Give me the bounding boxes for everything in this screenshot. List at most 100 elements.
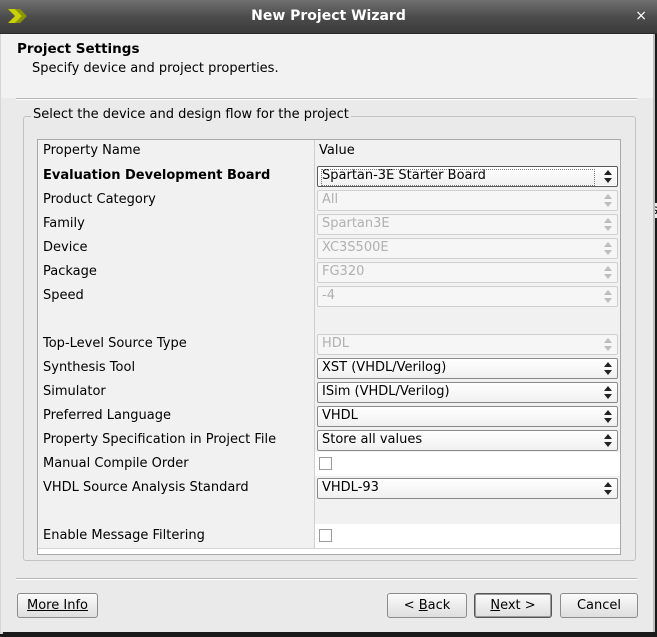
package-select: FG320 [317, 262, 618, 283]
property-name-cell: Enable Message Filtering [38, 524, 315, 548]
updown-arrows-icon [604, 290, 612, 303]
property-name-product-category: Product Category [43, 192, 156, 207]
property-name-cell: VHDL Source Analysis Standard [38, 476, 315, 500]
property-name-vhdl-source-analysis-standard: VHDL Source Analysis Standard [43, 480, 249, 495]
back-button[interactable]: < Back [387, 593, 467, 618]
table-row[interactable]: Top-Level Source Type HDL [38, 332, 620, 357]
updown-arrows-icon [604, 170, 612, 183]
property-name-cell: Property Specification in Project File [38, 428, 315, 452]
select-value: Store all values [322, 432, 423, 447]
property-name-cell: Speed [38, 284, 315, 308]
window-titlebar[interactable]: New Project Wizard × [0, 0, 657, 34]
next-label-suffix: ext > [500, 598, 536, 613]
table-row[interactable]: Family Spartan3E [38, 212, 620, 237]
property-value-cell: All [315, 188, 620, 212]
property-name-property-specification-in-project-file: Property Specification in Project File [43, 432, 277, 447]
group-legend: Select the device and design flow for th… [31, 107, 351, 122]
manual-compile-order-checkbox[interactable] [319, 457, 332, 470]
property-name-cell [38, 308, 315, 332]
select-value: XST (VHDL/Verilog) [322, 360, 447, 375]
property-value-cell [315, 500, 620, 524]
table-header: Property Name Value [38, 140, 620, 165]
updown-arrows-icon [604, 386, 612, 399]
more-info-label: More Info [27, 598, 88, 613]
top-level-source-type-select: HDL [317, 334, 618, 355]
property-value-cell: Store all values [315, 428, 620, 452]
table-row[interactable]: Manual Compile Order [38, 452, 620, 477]
simulator-select[interactable]: ISim (VHDL/Verilog) [317, 382, 618, 403]
table-row[interactable]: Property Specification in Project File St… [38, 428, 620, 453]
table-row[interactable]: Device XC3S500E [38, 236, 620, 261]
family-select: Spartan3E [317, 214, 618, 235]
synthesis-tool-select[interactable]: XST (VHDL/Verilog) [317, 358, 618, 379]
property-name-synthesis-tool: Synthesis Tool [43, 360, 136, 375]
wizard-dialog: Project Settings Specify device and proj… [1, 34, 655, 632]
cancel-label: Cancel [576, 598, 622, 613]
updown-arrows-icon [604, 194, 612, 207]
table-row[interactable]: Speed -4 [38, 284, 620, 309]
property-table: Property Name Value Evaluation Developme… [37, 139, 621, 555]
property-name-cell: Synthesis Tool [38, 356, 315, 380]
property-name-device: Device [43, 240, 88, 255]
updown-arrows-icon [604, 482, 612, 495]
close-icon[interactable]: × [635, 8, 647, 24]
table-row[interactable]: Package FG320 [38, 260, 620, 285]
property-value-cell: FG320 [315, 260, 620, 284]
property-value-cell: Spartan3E [315, 212, 620, 236]
table-row[interactable]: Evaluation Development Board Spartan-3E S… [38, 164, 620, 189]
property-value-cell: -4 [315, 284, 620, 308]
select-value: Spartan3E [322, 216, 390, 231]
updown-arrows-icon [604, 218, 612, 231]
device-select: XC3S500E [317, 238, 618, 259]
focus-ring [321, 169, 595, 186]
property-name-top-level-source-type: Top-Level Source Type [43, 336, 187, 351]
property-value-cell: XC3S500E [315, 236, 620, 260]
column-header-value: Value [315, 140, 620, 164]
property-value-cell [315, 308, 620, 332]
updown-arrows-icon [604, 266, 612, 279]
cancel-button[interactable]: Cancel [560, 593, 638, 618]
updown-arrows-icon [604, 410, 612, 423]
table-row[interactable]: Synthesis Tool XST (VHDL/Verilog) [38, 356, 620, 381]
select-value: ISim (VHDL/Verilog) [322, 384, 450, 399]
back-label-mnemonic: B [418, 598, 428, 613]
property-value-cell [315, 524, 620, 548]
back-label-suffix: ack [427, 598, 451, 613]
header-divider [16, 98, 637, 100]
select-value: VHDL [322, 408, 358, 423]
table-row[interactable]: Preferred Language VHDL [38, 404, 620, 429]
select-value: VHDL-93 [322, 480, 379, 495]
wizard-header: Project Settings Specify device and proj… [1, 34, 653, 98]
updown-arrows-icon [604, 362, 612, 375]
property-name-cell: Manual Compile Order [38, 452, 315, 476]
vhdl-source-analysis-standard-select[interactable]: VHDL-93 [317, 478, 618, 499]
select-value: XC3S500E [322, 240, 389, 255]
table-row[interactable]: VHDL Source Analysis Standard VHDL-93 [38, 476, 620, 501]
property-value-cell: VHDL [315, 404, 620, 428]
select-value: FG320 [322, 264, 365, 279]
table-row[interactable]: Product Category All [38, 188, 620, 213]
property-value-cell: ISim (VHDL/Verilog) [315, 380, 620, 404]
window-title: New Project Wizard [251, 8, 406, 24]
property-name-cell: Product Category [38, 188, 315, 212]
property-value-cell: XST (VHDL/Verilog) [315, 356, 620, 380]
property-name-enable-message-filtering: Enable Message Filtering [43, 528, 205, 543]
property-specification-in-project-file-select[interactable]: Store all values [317, 430, 618, 451]
evaluation-development-board-select[interactable]: Spartan-3E Starter Board [317, 166, 618, 187]
page-title: Project Settings [17, 41, 140, 57]
product-category-select: All [317, 190, 618, 211]
preferred-language-select[interactable]: VHDL [317, 406, 618, 427]
next-button[interactable]: Next > [474, 593, 552, 618]
property-value-cell: VHDL-93 [315, 476, 620, 500]
column-header-property: Property Name [38, 140, 315, 164]
select-value: All [322, 192, 339, 207]
property-name-package: Package [43, 264, 97, 279]
table-row[interactable]: Enable Message Filtering [38, 524, 620, 549]
property-value-cell: HDL [315, 332, 620, 356]
enable-message-filtering-checkbox[interactable] [319, 529, 332, 542]
more-info-button[interactable]: More Info [17, 593, 98, 618]
updown-arrows-icon [604, 242, 612, 255]
property-name-cell: Device [38, 236, 315, 260]
speed-select: -4 [317, 286, 618, 307]
table-row[interactable]: Simulator ISim (VHDL/Verilog) [38, 380, 620, 405]
